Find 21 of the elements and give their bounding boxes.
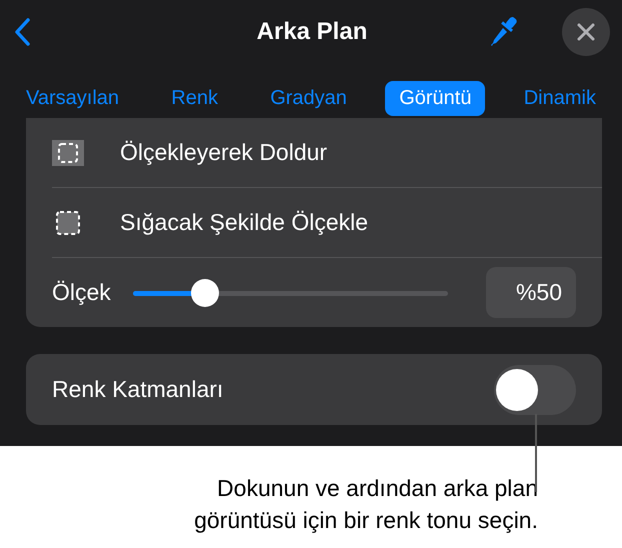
panel-title: Arka Plan (256, 18, 368, 46)
fill-scale-icon (52, 140, 84, 166)
scale-value-field[interactable]: %50 (486, 267, 576, 318)
scale-option[interactable]: Ölçekleyerek Doldur (120, 139, 328, 166)
tab[interactable]: Görüntü (385, 80, 486, 116)
tab[interactable]: Gradyan (256, 80, 361, 116)
setting-label: Renk Katmanları (52, 376, 224, 403)
tab[interactable]: Renk (157, 80, 232, 116)
scale-slider[interactable] (132, 278, 448, 306)
close-icon (576, 22, 596, 42)
back-icon[interactable] (14, 18, 30, 46)
tab[interactable]: Varsayılan (26, 80, 134, 116)
slider-label: Ölçek (52, 279, 111, 306)
eyedropper-icon[interactable] (490, 16, 518, 48)
tab[interactable]: Dinamik (510, 80, 596, 116)
scale-option[interactable]: Sığacak Şekilde Ölçekle (120, 209, 368, 236)
callout-text: görüntüsü için bir renk tonu seçin. (194, 506, 538, 535)
slider-thumb[interactable] (191, 278, 220, 306)
callout-text: Dokunun ve ardından arka plan (217, 474, 538, 503)
close-button[interactable] (562, 8, 610, 56)
toggle-switch[interactable] (494, 364, 576, 414)
